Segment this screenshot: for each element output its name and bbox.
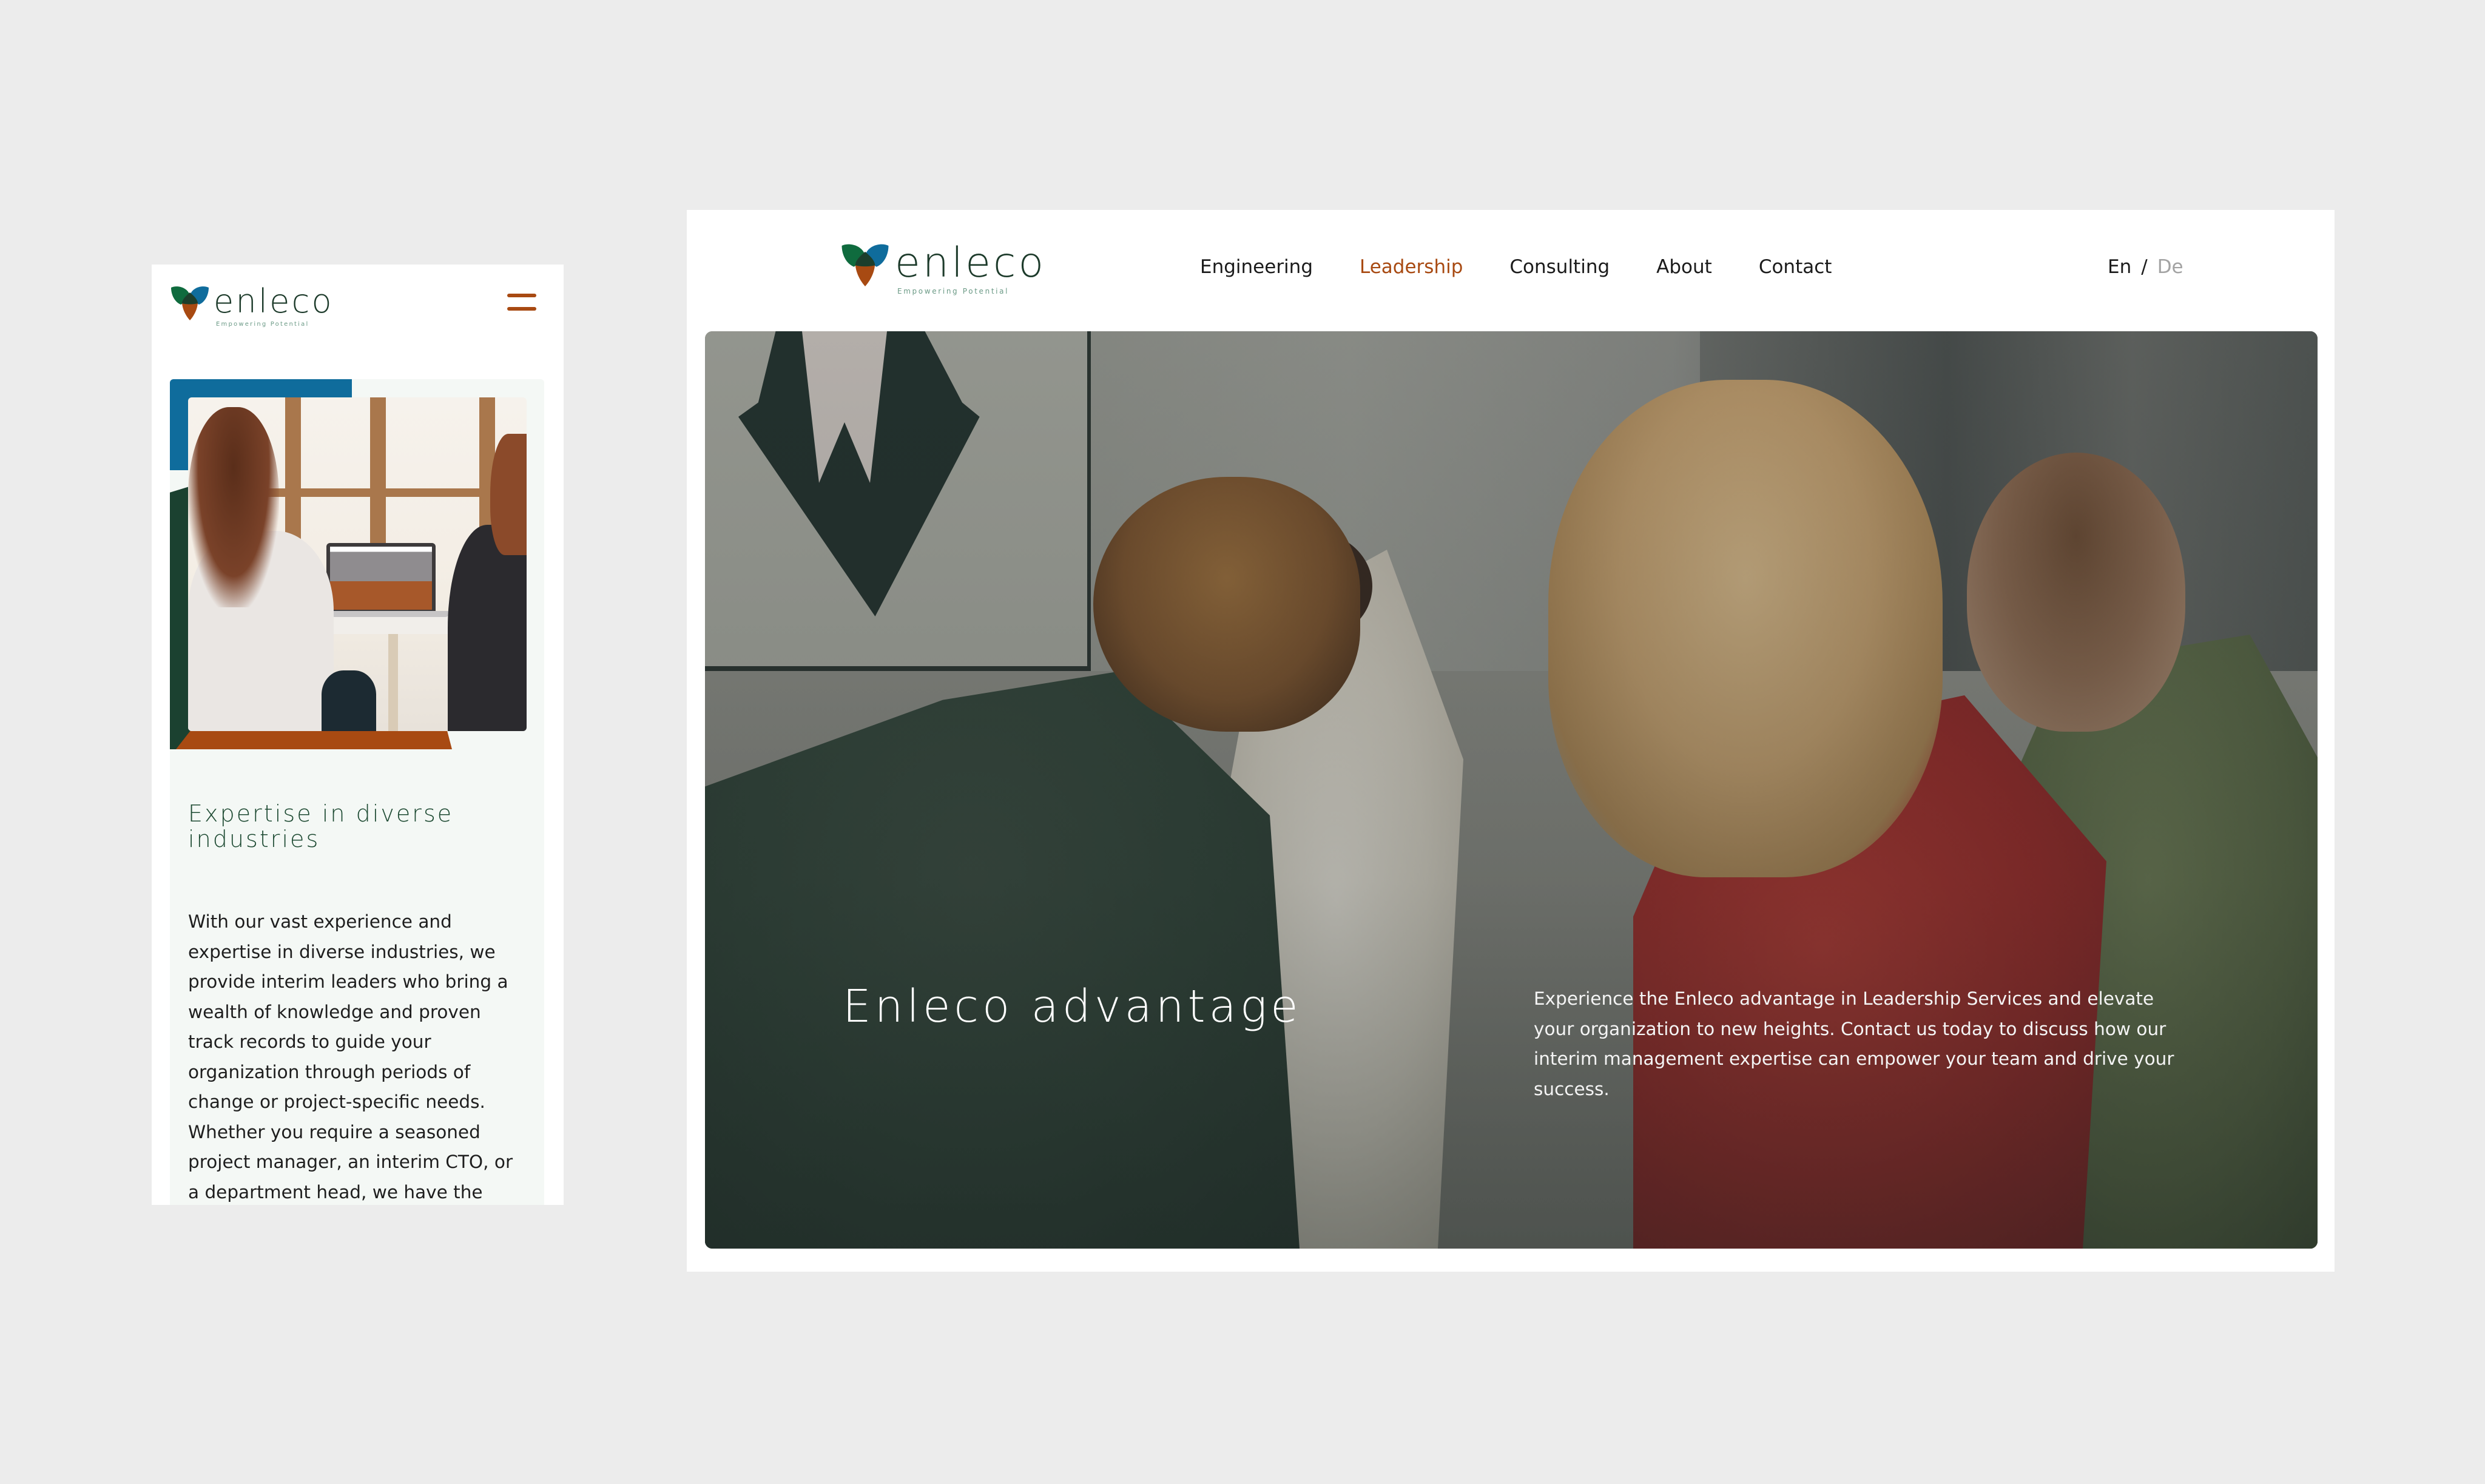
language-switcher: En / De <box>2108 256 2183 278</box>
frame-accent-orange <box>176 728 452 749</box>
logo-leaves-icon <box>171 286 209 320</box>
logo-tagline: Empowering Potential <box>216 321 309 328</box>
hero-text: Experience the Enleco advantage in Leade… <box>1534 988 2174 1099</box>
lang-en[interactable]: En <box>2108 256 2131 278</box>
hero-title: Enleco advantage <box>843 980 1302 1033</box>
nav-leadership[interactable]: Leadership <box>1360 256 1463 278</box>
mobile-logo[interactable]: enleco Empowering Potential <box>170 285 334 328</box>
hero-banner: Enleco advantage Experience the Enleco a… <box>705 331 2318 1249</box>
expertise-photo <box>188 397 527 731</box>
laptop-illustration <box>326 543 436 611</box>
lang-separator: / <box>2141 256 2148 278</box>
nav-engineering[interactable]: Engineering <box>1200 256 1313 278</box>
logo-tagline: Empowering Potential <box>897 287 1010 295</box>
lang-de[interactable]: De <box>2157 256 2183 278</box>
nav-contact[interactable]: Contact <box>1759 256 1832 278</box>
mobile-mockup: enleco Empowering Potential Expertise in… <box>152 265 564 1205</box>
logo-leaves-icon <box>841 244 889 286</box>
section-heading: Expertise in diverse industries <box>188 800 454 852</box>
hamburger-icon-bar <box>507 307 536 311</box>
logo-wordmark: enleco <box>214 282 334 320</box>
desktop-logo[interactable]: enleco Empowering Potential <box>840 243 1046 295</box>
hamburger-menu-button[interactable] <box>507 294 536 313</box>
desktop-mockup: enleco Empowering Potential Engineering … <box>687 210 2335 1272</box>
expertise-card: Expertise in diverse industries With our… <box>170 379 544 1205</box>
image-frame <box>170 379 544 749</box>
nav-consulting[interactable]: Consulting <box>1509 256 1610 278</box>
nav-about[interactable]: About <box>1656 256 1712 278</box>
main-nav: Engineering Leadership Consulting About … <box>1200 256 1878 278</box>
section-body: With our vast experience and expertise i… <box>188 911 513 1202</box>
logo-wordmark: enleco <box>895 239 1047 287</box>
hamburger-icon <box>507 294 536 297</box>
